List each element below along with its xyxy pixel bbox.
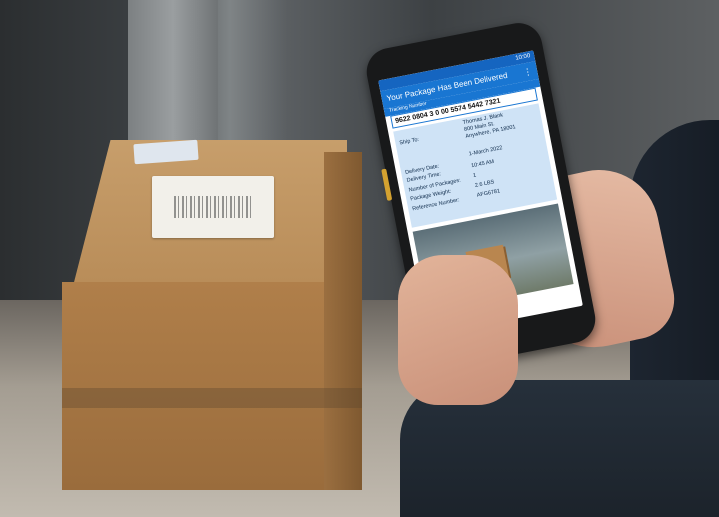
delivery-time: 10:45 AM: [470, 158, 495, 170]
barcode: [174, 196, 252, 218]
box-side: [324, 152, 362, 490]
more-menu-icon[interactable]: ⋮: [522, 62, 534, 81]
reference-number: AFG6781: [476, 188, 501, 199]
delivery-date: 1-March 2022: [468, 145, 503, 158]
packages-count: 1: [472, 172, 477, 180]
left-hand: [398, 255, 518, 405]
photo-scene: 10:00 Your Package Has Been Delivered ⋮ …: [0, 0, 719, 517]
shipping-label: [152, 176, 274, 238]
box-front: [62, 282, 330, 490]
box-tape: [62, 388, 362, 408]
ship-to-label: Ship To:: [399, 136, 420, 147]
package-weight: 2.6 LBS: [474, 179, 495, 189]
cardboard-box: [62, 139, 362, 490]
status-time: 10:00: [514, 53, 531, 62]
